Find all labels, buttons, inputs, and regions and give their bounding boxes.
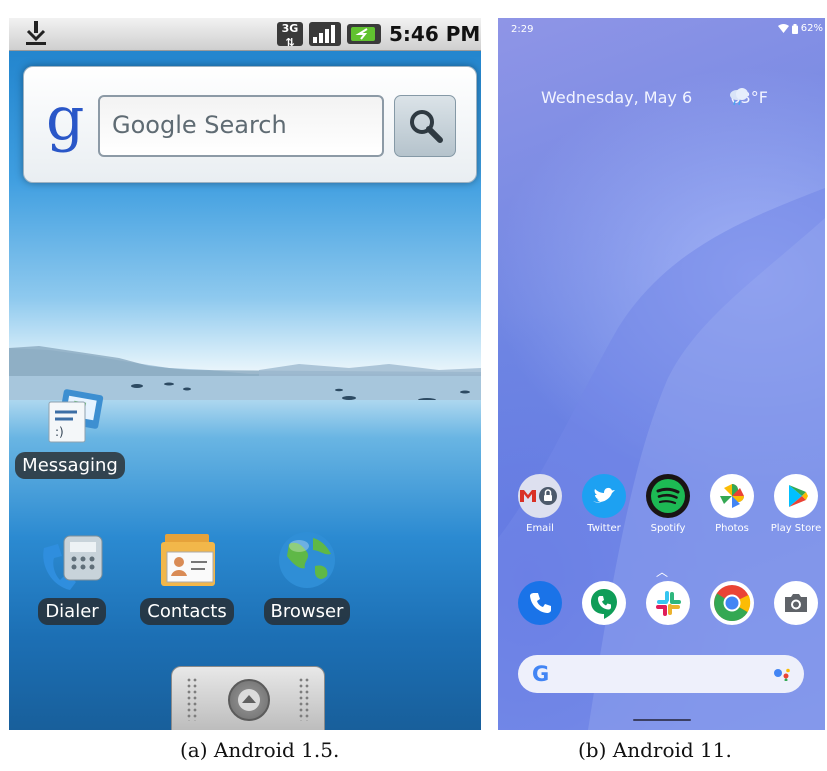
twitter-icon (582, 474, 626, 518)
contacts-label: Contacts (140, 598, 234, 625)
google-assistant-icon[interactable] (774, 667, 792, 681)
hangouts-app[interactable] (574, 581, 634, 625)
date-text: Wednesday, May 6 (541, 88, 693, 107)
contacts-shortcut[interactable]: Contacts (139, 526, 235, 625)
battery-icon (791, 23, 798, 34)
battery-icon (347, 24, 381, 44)
browser-shortcut[interactable]: Browser (259, 526, 355, 625)
drawer-grip-left (186, 677, 198, 721)
camera-app[interactable] (766, 581, 825, 625)
camera-icon (774, 581, 818, 625)
play-store-app[interactable]: Play Store (766, 474, 825, 534)
download-icon (26, 21, 46, 45)
photos-label: Photos (715, 523, 749, 534)
google-g-logo: G (532, 662, 550, 686)
phone-app[interactable] (510, 581, 570, 625)
app-drawer-handle[interactable] (171, 666, 325, 730)
chrome-app[interactable] (702, 581, 762, 625)
dialer-shortcut[interactable]: Dialer (27, 526, 117, 625)
android-11-screen: 2:29 62% Wednesday, May 6 63°F Email Twi… (498, 18, 825, 730)
chrome-icon (710, 581, 754, 625)
email-label: Email (526, 523, 554, 534)
status-time: 2:29 (511, 24, 534, 35)
google-search-bar[interactable]: G (518, 655, 804, 693)
app-drawer-chevron-icon[interactable]: ︿ (656, 563, 668, 580)
play-store-label: Play Store (770, 523, 822, 534)
google-search-input[interactable]: Google Search (98, 95, 384, 157)
spotify-icon (646, 474, 690, 518)
signal-icon (309, 22, 341, 46)
svg-text::): :) (55, 425, 64, 439)
rain-cloud-icon (730, 88, 748, 106)
photos-app[interactable]: Photos (702, 474, 762, 534)
search-placeholder: Google Search (112, 111, 287, 139)
caption-right: (b) Android 11. (578, 738, 732, 762)
app-drawer-icon (228, 679, 270, 721)
photos-icon (710, 474, 754, 518)
spotify-app[interactable]: Spotify (638, 474, 698, 534)
drawer-grip-right (298, 677, 310, 721)
email-icon (518, 474, 562, 518)
slack-app[interactable] (638, 581, 698, 625)
play-store-icon (774, 474, 818, 518)
google-search-widget[interactable]: g Google Search (23, 66, 477, 183)
android-1-5-screen: 3G ⇅ 5:46 PM g Google Search:) Messagin… (9, 18, 481, 730)
messaging-shortcut[interactable]: :) Messaging (15, 388, 125, 479)
slack-icon (646, 581, 690, 625)
twitter-label: Twitter (587, 523, 621, 534)
status-time: 5:46 PM (389, 22, 481, 46)
caption-left: (a) Android 1.5. (180, 738, 340, 762)
3g-icon: 3G ⇅ (277, 22, 303, 49)
wifi-icon (777, 24, 789, 33)
messaging-icon: :) (48, 389, 104, 443)
battery-percent: 62% (800, 23, 823, 34)
email-app[interactable]: Email (510, 474, 570, 534)
browser-globe-icon (279, 532, 335, 588)
google-g-logo: g (46, 84, 85, 154)
dialer-label: Dialer (38, 598, 106, 625)
search-button[interactable] (394, 95, 456, 157)
status-bar: 3G ⇅ 5:46 PM (9, 18, 481, 51)
status-bar: 2:29 62% (498, 18, 825, 42)
spotify-label: Spotify (650, 523, 686, 534)
contacts-icon (161, 534, 215, 586)
gesture-nav-bar[interactable] (633, 719, 691, 721)
dialer-icon (43, 535, 103, 590)
search-icon (410, 110, 443, 143)
network-badge: 3G (281, 22, 299, 35)
browser-label: Browser (263, 598, 351, 625)
messaging-label: Messaging (15, 452, 125, 479)
twitter-app[interactable]: Twitter (574, 474, 634, 534)
hangouts-icon (582, 581, 626, 625)
phone-icon (518, 581, 562, 625)
